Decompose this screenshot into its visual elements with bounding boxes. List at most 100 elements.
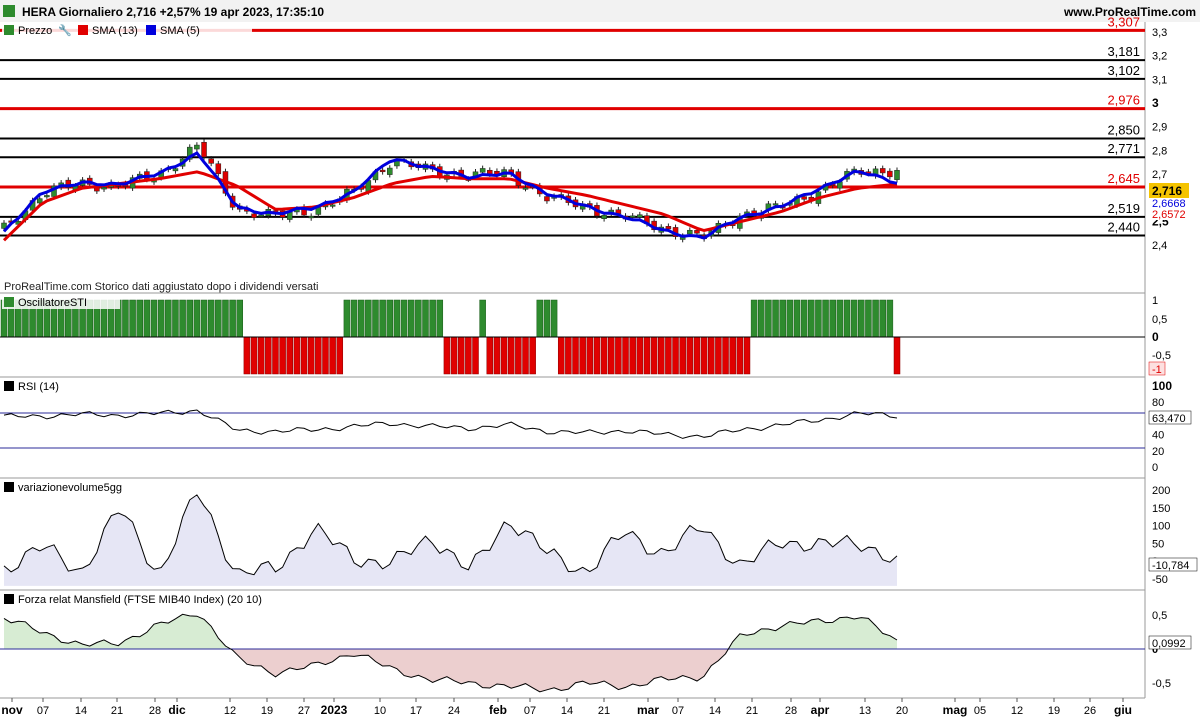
candle-body — [379, 169, 386, 173]
price-tick-label: 2,8 — [1152, 145, 1167, 157]
rsi-legend[interactable]: RSI (14) — [4, 381, 59, 393]
price-legend[interactable]: Prezzo 🔧 SMA (13) SMA (5) — [2, 23, 252, 38]
time-tick-label: 07 — [37, 705, 49, 717]
osc-bar — [215, 299, 222, 338]
time-tick-label: 12 — [1011, 705, 1023, 717]
osc-bar — [829, 299, 836, 338]
osc-bar — [886, 299, 894, 338]
time-tick-label: 07 — [524, 705, 536, 717]
osc-bar — [729, 336, 736, 375]
osc-bar — [672, 336, 679, 375]
vol-legend[interactable]: variazionevolume5gg — [4, 482, 122, 494]
osc-bar — [393, 299, 401, 338]
badge-sma13: 2,6572 — [1152, 209, 1186, 221]
candle-body — [44, 195, 50, 198]
osc-bar — [758, 299, 765, 338]
time-tick-label: 26 — [1084, 705, 1096, 717]
rsi-swatch — [4, 381, 14, 391]
vol-swatch — [4, 482, 14, 492]
osc-bar — [457, 336, 465, 375]
mans-legend[interactable]: Forza relat Mansfield (FTSE MIB40 Index)… — [4, 594, 262, 606]
osc-bar — [657, 336, 665, 375]
osc-bar — [129, 299, 136, 338]
legend-prezzo[interactable]: Prezzo — [18, 25, 52, 37]
candle-body — [479, 168, 486, 173]
osc-legend[interactable]: OscillatoreSTI — [2, 295, 120, 309]
level-label: 2,771 — [1107, 141, 1140, 156]
osc-bar — [236, 299, 244, 338]
osc-bar — [300, 336, 308, 375]
vol-tick-label: 150 — [1152, 503, 1170, 515]
mans-axis: 0,50-0,5 — [1152, 610, 1171, 690]
mans-tick-label: 0,5 — [1152, 610, 1167, 622]
time-axis: nov 07 14 21 28 dic 12 19 27 2023 10 17 24 feb 07 14 21 m… — [1, 698, 1132, 717]
osc-bar — [193, 299, 201, 338]
osc-bar — [622, 336, 629, 375]
vol-label[interactable]: variazionevolume5gg — [18, 482, 122, 494]
chart-canvas: HERA Giornaliero 2,716 +2,57% 19 apr 202… — [0, 0, 1200, 717]
time-tick-label: 05 — [974, 705, 986, 717]
osc-label[interactable]: OscillatoreSTI — [18, 297, 87, 309]
badge-price: 2,716 — [1152, 184, 1182, 198]
candle-body — [251, 213, 257, 218]
candle-body — [194, 144, 200, 150]
legend-sma13[interactable]: SMA (13) — [92, 25, 138, 37]
level-label: 2,976 — [1107, 93, 1140, 108]
price-icon — [3, 5, 15, 17]
osc-bar — [229, 299, 236, 338]
osc-bar — [365, 299, 372, 338]
osc-bar — [793, 299, 801, 338]
osc-bar — [157, 299, 165, 338]
osc-bar — [858, 299, 865, 338]
legend-sma5[interactable]: SMA (5) — [160, 25, 200, 37]
osc-bar — [450, 336, 458, 375]
osc-bar — [879, 299, 886, 338]
osc-bar — [665, 336, 672, 375]
level-label: 3,181 — [1107, 44, 1140, 59]
candle-body — [544, 196, 550, 202]
osc-bar — [265, 336, 272, 375]
osc-bar — [629, 336, 636, 375]
time-tick-label: feb — [489, 703, 507, 717]
osc-tick-label: 0,5 — [1152, 314, 1167, 326]
mans-badge: 0,0992 — [1152, 638, 1186, 650]
time-tick-label: 14 — [75, 705, 87, 717]
time-tick-label: 21 — [598, 705, 610, 717]
time-tick-label: 19 — [261, 705, 273, 717]
candle-body — [329, 204, 336, 207]
osc-bar — [172, 299, 179, 338]
osc-bar — [415, 299, 422, 338]
time-tick-label: 28 — [785, 705, 797, 717]
price-tick-label: 2,4 — [1152, 240, 1167, 252]
osc-bar — [543, 299, 551, 338]
osc-bar — [136, 299, 143, 338]
osc-bar — [808, 299, 815, 338]
osc-bar — [865, 299, 872, 338]
osc-bar — [822, 299, 829, 338]
candle-body — [894, 170, 900, 180]
rsi-tick-label: 0 — [1152, 462, 1158, 474]
osc-bar — [465, 336, 472, 375]
candle-body — [694, 230, 700, 234]
osc-bar — [507, 336, 515, 375]
osc-bar — [186, 299, 193, 338]
osc-bar — [336, 336, 344, 375]
level-label: 2,440 — [1107, 220, 1140, 235]
wrench-icon[interactable]: 🔧 — [58, 23, 72, 37]
osc-bar — [222, 299, 229, 338]
osc-bar — [443, 336, 451, 375]
osc-bar — [279, 336, 286, 375]
vol-tick-label: -50 — [1152, 574, 1168, 586]
price-tick-label: 3,3 — [1152, 27, 1167, 39]
price-candles — [1, 139, 900, 243]
osc-bar — [557, 336, 565, 375]
sma13-swatch — [78, 25, 88, 35]
osc-tick-label: -0,5 — [1152, 350, 1171, 362]
mans-label[interactable]: Forza relat Mansfield (FTSE MIB40 Index)… — [18, 594, 262, 606]
rsi-label[interactable]: RSI (14) — [18, 381, 59, 393]
osc-bar — [372, 299, 379, 338]
osc-bar — [736, 336, 744, 375]
osc-tick-label: 1 — [1152, 295, 1158, 307]
candle-body — [36, 198, 43, 204]
candle-body — [215, 163, 222, 175]
